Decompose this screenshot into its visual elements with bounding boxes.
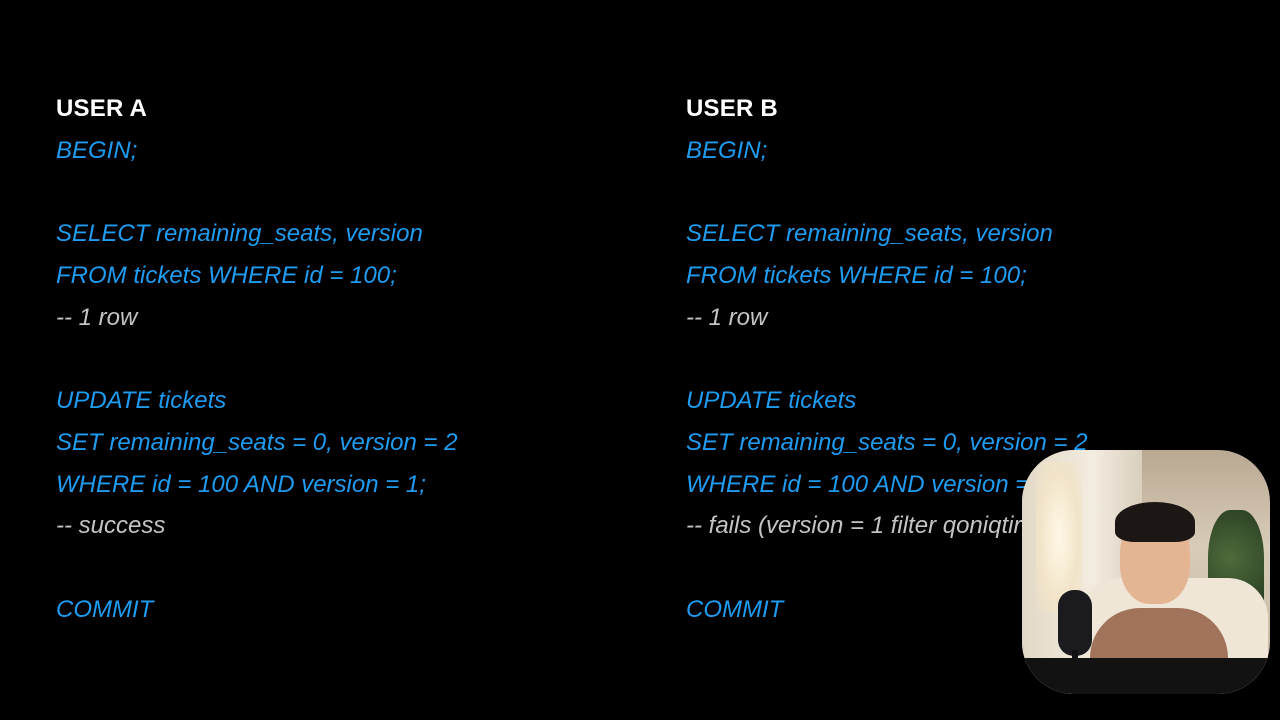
user-a-column: USER A BEGIN; SELECT remaining_seats, ve… bbox=[56, 92, 656, 634]
user-b-comment-rows: -- 1 row bbox=[686, 303, 768, 331]
user-a-blank-line bbox=[56, 551, 656, 593]
user-b-line-update: UPDATE tickets bbox=[686, 387, 857, 415]
user-b-line-select: SELECT remaining_seats, version bbox=[686, 220, 1053, 248]
user-a-line-commit: COMMIT bbox=[56, 595, 154, 623]
user-a-line-begin: BEGIN; bbox=[56, 137, 138, 164]
user-a-heading: USER A bbox=[56, 95, 147, 122]
user-b-blank-line bbox=[686, 176, 1280, 218]
user-a-code-block: BEGIN; SELECT remaining_seats, version F… bbox=[56, 134, 656, 634]
user-a-line-select: SELECT remaining_seats, version bbox=[56, 220, 423, 248]
user-a-comment-result: -- success bbox=[56, 512, 166, 540]
desk bbox=[1022, 658, 1270, 694]
user-b-heading: USER B bbox=[686, 95, 778, 122]
presenter-hair bbox=[1115, 502, 1195, 542]
user-a-blank-line bbox=[56, 342, 656, 384]
microphone-icon bbox=[1058, 590, 1092, 656]
user-b-blank-line bbox=[686, 342, 1280, 384]
user-a-line-update: UPDATE tickets bbox=[56, 387, 227, 415]
user-a-blank-line bbox=[56, 176, 656, 218]
slide: USER A BEGIN; SELECT remaining_seats, ve… bbox=[0, 0, 1280, 720]
user-b-line-begin: BEGIN; bbox=[686, 137, 768, 164]
user-b-line-from: FROM tickets WHERE id = 100; bbox=[686, 262, 1027, 290]
presenter-webcam-overlay bbox=[1022, 450, 1270, 694]
user-a-line-set: SET remaining_seats = 0, version = 2 bbox=[56, 428, 458, 456]
user-a-comment-rows: -- 1 row bbox=[56, 303, 138, 331]
user-a-line-where: WHERE id = 100 AND version = 1; bbox=[56, 470, 426, 498]
user-a-line-from: FROM tickets WHERE id = 100; bbox=[56, 262, 397, 290]
